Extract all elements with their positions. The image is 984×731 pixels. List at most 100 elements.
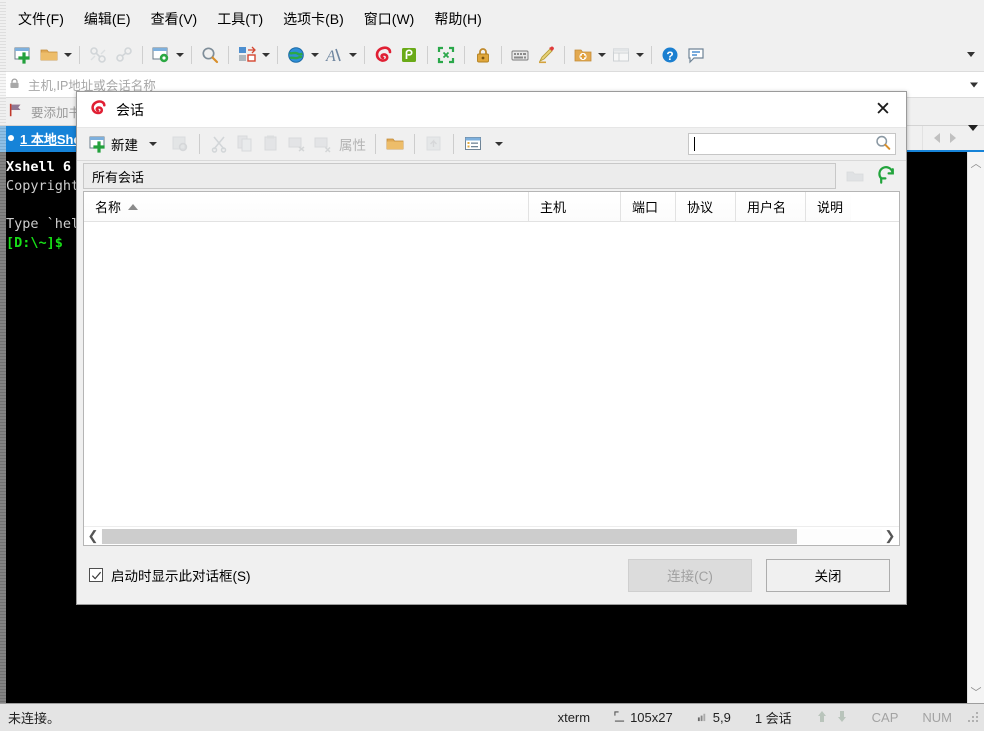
up-folder-button [421,131,447,157]
checkbox-box[interactable] [89,568,103,582]
tab-list-dropdown-icon[interactable] [962,124,978,146]
hscroll-track[interactable] [101,528,882,544]
toolbar-separator [191,45,192,64]
terminal-scrollbar[interactable]: ︿ ﹀ [967,152,984,703]
font-dropdown-icon[interactable] [347,43,359,67]
refresh-icon[interactable] [874,163,900,189]
resize-grip[interactable] [968,711,980,724]
address-dropdown-icon[interactable] [970,82,978,87]
xshell-logo-icon[interactable] [370,42,396,68]
menu-tools[interactable]: 工具(T) [207,5,273,33]
dialog-title: 会话 [116,101,144,118]
search-input[interactable] [688,133,896,155]
tab-scroll-right-icon[interactable] [946,131,960,145]
menu-bar: 文件(F) 编辑(E) 查看(V) 工具(T) 选项卡(B) 窗口(W) 帮助(… [0,0,984,38]
status-size-value: 105x27 [630,710,673,725]
open-folder-button[interactable] [382,131,408,157]
hscroll-left-icon[interactable]: ❮ [85,528,101,545]
new-session-dropdown-icon[interactable] [147,132,159,156]
search-icon[interactable] [874,134,892,155]
hscroll-thumb[interactable] [102,528,798,544]
new-session-button[interactable]: 新建 [85,131,141,157]
menu-window[interactable]: 窗口(W) [354,5,425,33]
scroll-up-icon[interactable]: ︿ [971,155,982,171]
column-header-description-label: 说明 [817,200,844,215]
toolbar-separator [364,45,365,64]
dialog-title-bar[interactable]: 会话 ✕ [77,92,906,128]
new-folder-dropdown-icon[interactable] [596,43,608,67]
toolbar-separator [228,45,229,64]
menu-edit[interactable]: 编辑(E) [74,5,141,33]
sort-ascending-icon [128,203,139,210]
layout-dropdown-icon[interactable] [260,43,272,67]
copy-button [232,131,258,157]
view-mode-button[interactable] [460,131,486,157]
new-session-icon[interactable] [10,42,36,68]
dialog-footer: 启动时显示此对话框(S) 连接(C) 关闭 [77,546,906,604]
current-folder-path[interactable]: 所有会话 [83,163,836,189]
column-header-protocol[interactable]: 协议 [676,192,736,221]
keyboard-icon[interactable] [507,42,533,68]
toolbar-overflow-icon[interactable] [964,48,978,62]
dialog-app-icon [89,99,107,120]
dialog-toolbar-separator [414,134,415,154]
tab-scroll-left-icon[interactable] [930,131,944,145]
lock-icon[interactable] [470,42,496,68]
help-icon[interactable]: ? [657,42,683,68]
column-header-description[interactable]: 说明 [806,192,851,221]
menu-tabs[interactable]: 选项卡(B) [273,5,354,33]
dialog-path-row: 所有会话 [77,161,906,191]
highlight-pen-icon[interactable] [533,42,559,68]
properties-button: 属性 [336,131,369,157]
layout-icon[interactable] [234,42,260,68]
sessions-list-body[interactable] [84,222,899,526]
view-mode-dropdown-icon[interactable] [493,132,505,156]
status-terminal-type: xterm [557,710,591,725]
new-session-label: 新建 [111,138,138,153]
sessions-list: 名称 主机 端口 协议 用户名 说明 ❮ ❯ [83,191,900,546]
globe-dropdown-icon[interactable] [309,43,321,67]
sessions-list-header: 名称 主机 端口 协议 用户名 说明 [84,192,899,222]
session-properties-dropdown-icon[interactable] [174,43,186,67]
scroll-down-icon[interactable]: ﹀ [971,684,982,700]
status-sessions: 1 会话 [754,711,792,726]
menu-view[interactable]: 查看(V) [141,5,208,33]
table-view-icon [608,42,634,68]
hscroll-right-icon[interactable]: ❯ [882,528,898,545]
status-cursor-value: 5,9 [712,710,731,725]
toolbar-separator [79,45,80,64]
tab-status-dot-icon [8,135,14,141]
menu-file[interactable]: 文件(F) [8,5,74,33]
xftp-icon[interactable] [396,42,422,68]
fullscreen-icon[interactable] [433,42,459,68]
feedback-icon[interactable] [683,42,709,68]
show-dialog-on-startup-checkbox[interactable]: 启动时显示此对话框(S) [89,565,251,585]
toolbar-separator [501,45,502,64]
column-header-port[interactable]: 端口 [621,192,676,221]
cut-button [206,131,232,157]
close-icon[interactable]: ✕ [860,92,906,127]
new-folder-icon[interactable] [570,42,596,68]
open-folder-dropdown-icon[interactable] [62,43,74,67]
column-header-port-label: 端口 [632,200,659,215]
column-header-username[interactable]: 用户名 [736,192,806,221]
main-toolbar: A ? [0,38,984,72]
toolbar-separator [651,45,652,64]
svg-text:A: A [325,48,336,65]
toolbar-separator [427,45,428,64]
globe-icon[interactable] [283,42,309,68]
font-icon[interactable]: A [321,42,347,68]
open-folder-icon[interactable] [36,42,62,68]
folder-shortcut-icon [842,163,868,189]
download-arrow-icon [836,710,848,726]
table-view-dropdown-icon[interactable] [634,43,646,67]
session-properties-icon[interactable] [148,42,174,68]
toolbar-separator [464,45,465,64]
reconnect-icon [111,42,137,68]
column-header-name[interactable]: 名称 [84,192,529,221]
find-icon[interactable] [197,42,223,68]
sessions-list-hscrollbar[interactable]: ❮ ❯ [84,526,899,545]
column-header-host[interactable]: 主机 [529,192,621,221]
menu-help[interactable]: 帮助(H) [424,5,491,33]
close-button[interactable]: 关闭 [766,558,890,592]
